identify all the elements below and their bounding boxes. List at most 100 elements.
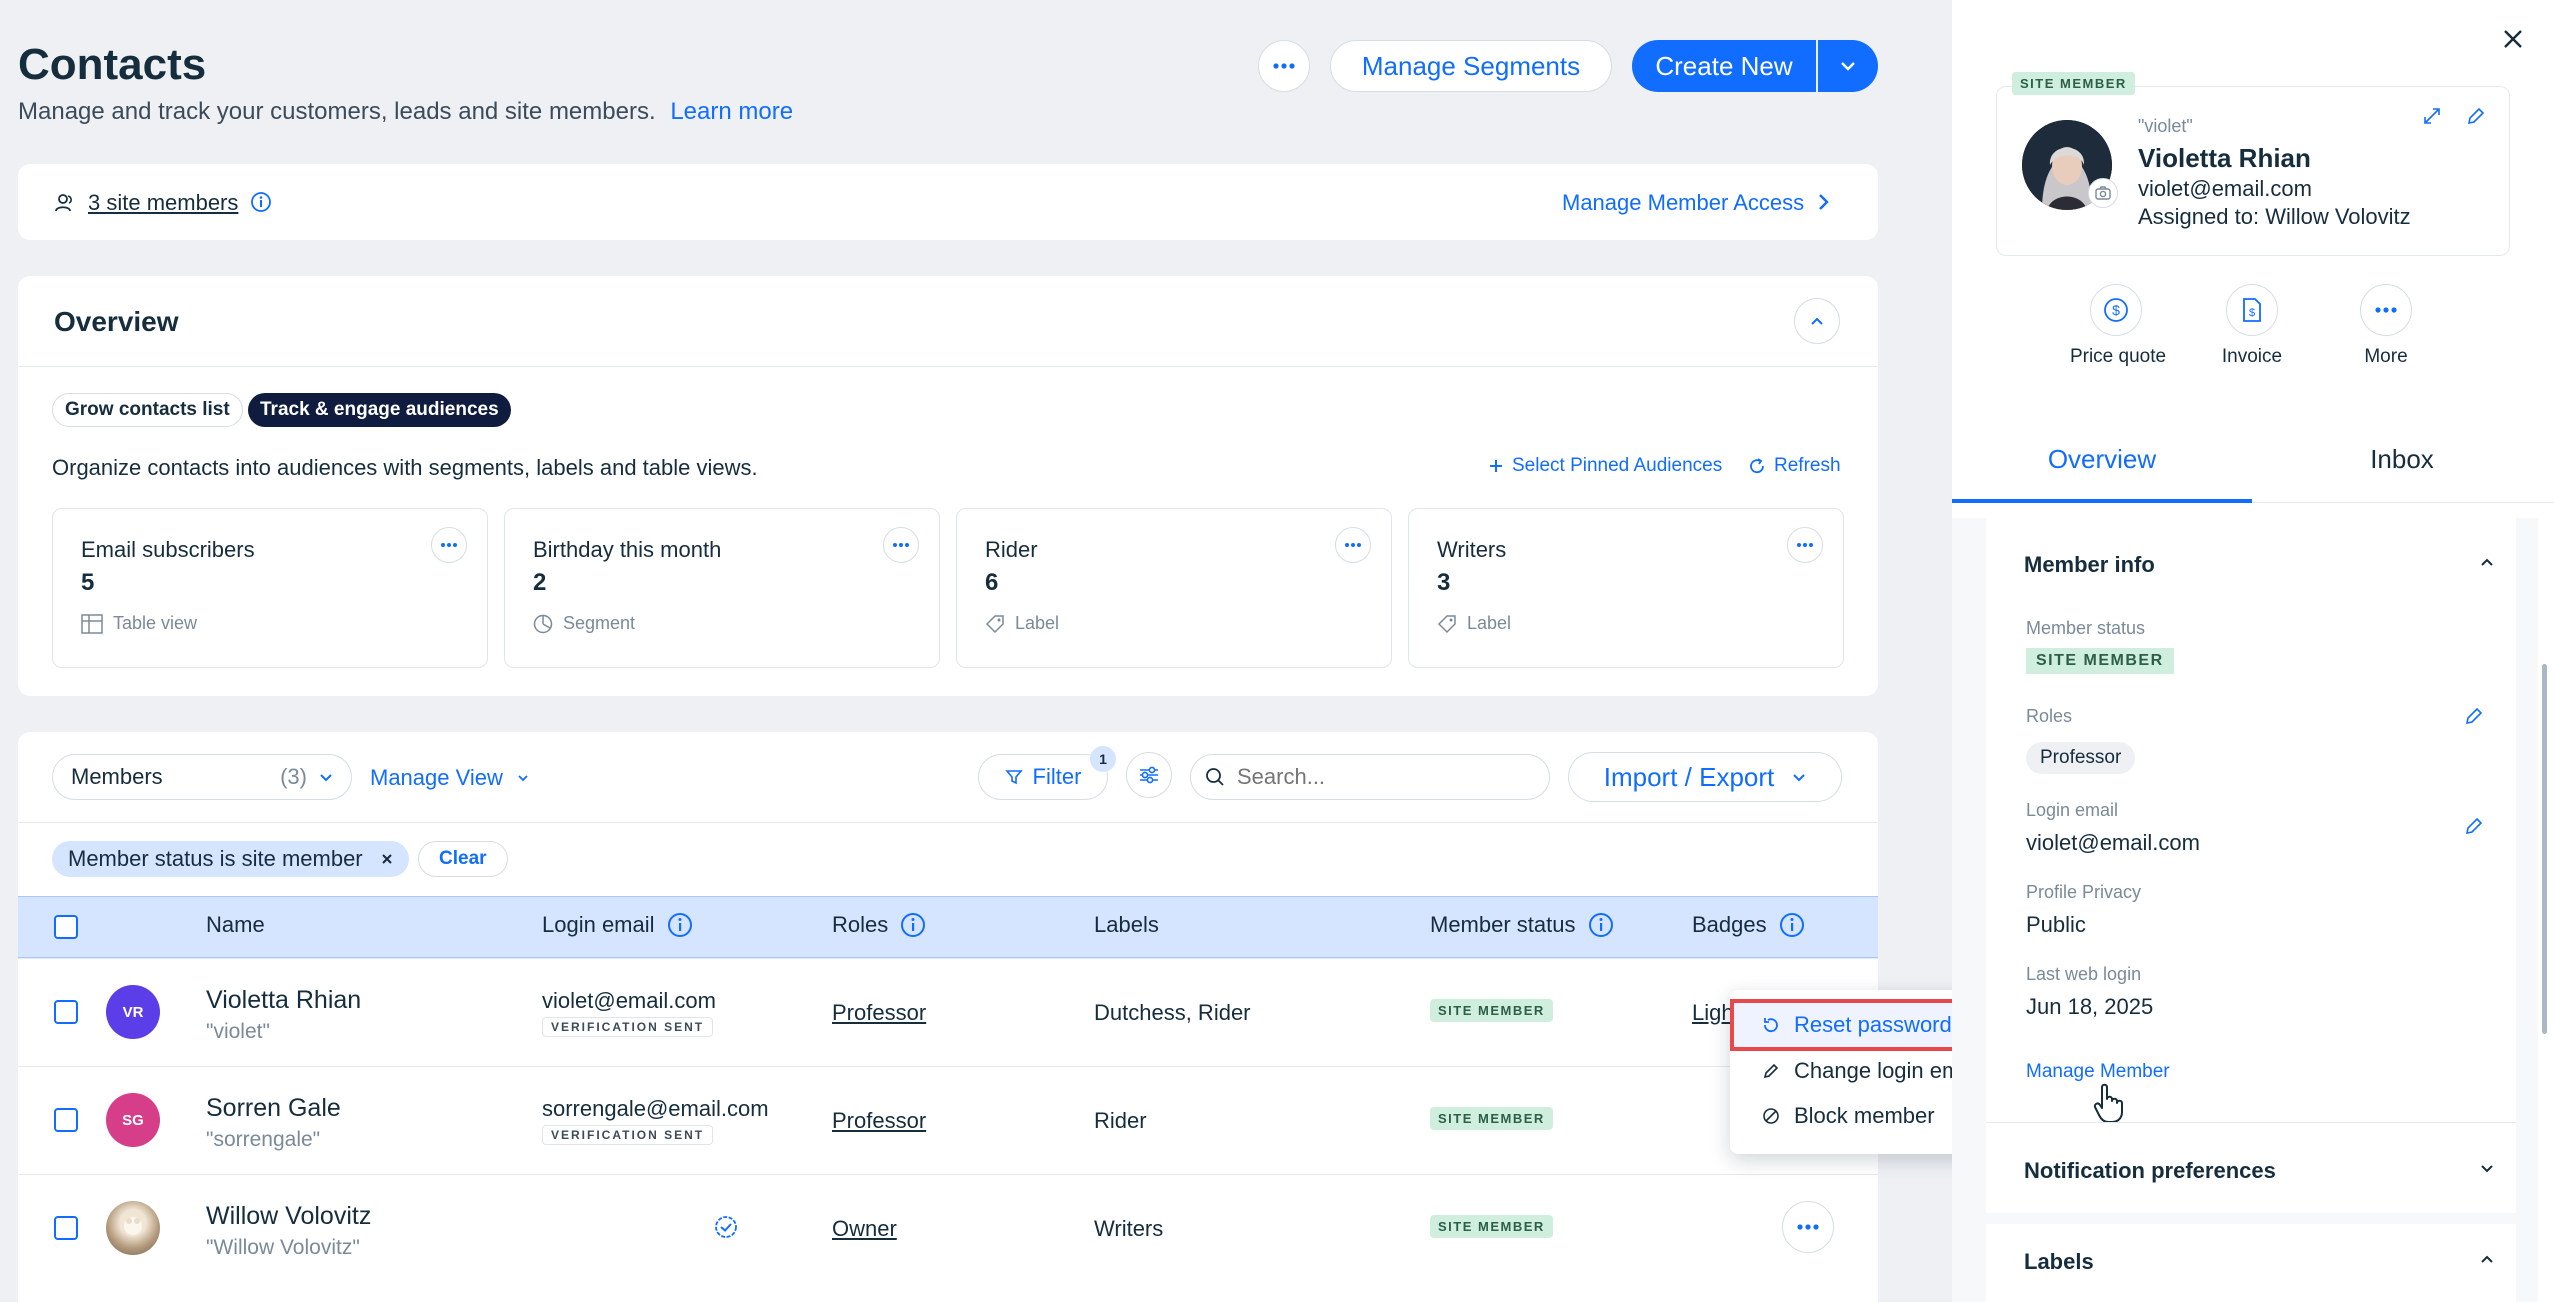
audience-more-button[interactable] [1787, 527, 1823, 563]
search-field[interactable] [1190, 754, 1550, 800]
info-icon[interactable] [1779, 912, 1805, 938]
manage-view-label: Manage View [370, 765, 503, 790]
tab-inbox[interactable]: Inbox [2252, 444, 2552, 475]
column-header-login-email[interactable]: Login email [542, 912, 693, 938]
subtitle-text: Manage and track your customers, leads a… [18, 98, 656, 125]
customize-columns-button[interactable] [1126, 752, 1172, 798]
row-checkbox[interactable] [54, 1108, 78, 1132]
avatar: SG [106, 1093, 160, 1147]
panel-more-button[interactable] [2360, 284, 2412, 336]
column-header-name[interactable]: Name [206, 912, 265, 938]
create-new-dropdown-button[interactable] [1818, 40, 1878, 92]
audience-kind-label: Table view [113, 613, 198, 633]
audience-count: 3 [1437, 569, 1451, 596]
row-name: Violetta Rhian [206, 986, 362, 1014]
edit-roles-icon[interactable] [2464, 706, 2484, 726]
more-horizontal-icon [1797, 1224, 1819, 1230]
manage-view-button[interactable]: Manage View [370, 765, 529, 791]
select-pinned-audiences-button[interactable]: Select Pinned Audiences [1488, 455, 1722, 477]
row-name: Willow Volovitz [206, 1202, 372, 1230]
row-badge-link[interactable]: Ligh [1692, 1000, 1734, 1026]
clear-filters-button[interactable]: Clear [418, 841, 508, 877]
column-label: Name [206, 912, 265, 937]
avatar [106, 1201, 160, 1255]
row-role-link[interactable]: Owner [832, 1216, 897, 1242]
column-header-badges[interactable]: Badges [1692, 912, 1805, 938]
avatar-camera-button[interactable] [2088, 178, 2118, 208]
label-tag-icon [985, 614, 1004, 633]
create-new-label: Create New [1655, 50, 1793, 81]
tab-grow-contacts[interactable]: Grow contacts list [52, 393, 243, 427]
audience-card[interactable]: Writers 3 Label [1408, 508, 1844, 668]
row-nickname: "sorrengale" [206, 1128, 321, 1151]
close-icon[interactable] [2502, 28, 2524, 50]
manage-segments-button[interactable]: Manage Segments [1330, 40, 1612, 92]
audience-card[interactable]: Birthday this month 2 Segment [504, 508, 940, 668]
search-input[interactable] [1237, 764, 1517, 790]
close-icon[interactable] [381, 853, 393, 865]
view-select[interactable]: Members (3) [52, 754, 352, 800]
tab-track-engage[interactable]: Track & engage audiences [248, 393, 511, 427]
row-more-button[interactable] [1782, 1201, 1834, 1253]
members-icon [55, 194, 72, 212]
tab-overview[interactable]: Overview [1952, 444, 2252, 475]
camera-icon [2095, 186, 2111, 200]
edit-login-email-icon[interactable] [2464, 816, 2484, 836]
refresh-button[interactable]: Refresh [1748, 455, 1841, 477]
filter-button[interactable]: Filter [978, 754, 1108, 800]
overview-collapse-button[interactable] [1794, 298, 1840, 344]
column-label: Member status [1430, 912, 1576, 937]
row-checkbox[interactable] [54, 1000, 78, 1024]
learn-more-link[interactable]: Learn more [670, 98, 793, 125]
more-horizontal-icon [893, 543, 909, 547]
row-checkbox[interactable] [54, 1216, 78, 1240]
login-email-value: violet@email.com [2026, 830, 2200, 855]
chevron-up-icon[interactable] [2480, 558, 2494, 567]
audience-kind: Segment [533, 613, 635, 634]
toolbar-divider [18, 822, 1878, 823]
menu-item-change-login-email[interactable]: Change login email [1762, 1058, 1982, 1084]
column-header-member-status[interactable]: Member status [1430, 912, 1614, 938]
chevron-right-icon [1819, 194, 1829, 210]
panel-scrollbar[interactable] [2542, 664, 2547, 1034]
audience-more-button[interactable] [1335, 527, 1371, 563]
audience-count: 6 [985, 569, 999, 596]
menu-item-block-member[interactable]: Block member [1762, 1103, 1935, 1129]
price-quote-button[interactable]: $ [2090, 284, 2142, 336]
site-members-count-link[interactable]: 3 site members [88, 190, 238, 216]
row-email: violet@email.com [542, 988, 716, 1013]
table-icon [81, 613, 103, 634]
invoice-button[interactable]: $ [2226, 284, 2278, 336]
edit-icon[interactable] [2466, 106, 2486, 126]
page-subtitle: Manage and track your customers, leads a… [18, 98, 793, 126]
manage-member-link[interactable]: Manage Member [2026, 1061, 2170, 1083]
more-horizontal-icon [1273, 63, 1295, 69]
info-icon[interactable] [1588, 912, 1614, 938]
contact-assigned: Assigned to: Willow Volovitz [2138, 204, 2411, 229]
row-role-link[interactable]: Professor [832, 1108, 926, 1134]
audience-card[interactable]: Rider 6 Label [956, 508, 1392, 668]
audience-card[interactable]: Email subscribers 5 Table view [52, 508, 488, 668]
info-icon[interactable] [667, 912, 693, 938]
row-role-link[interactable]: Professor [832, 1000, 926, 1026]
create-new-button[interactable]: Create New [1632, 40, 1816, 92]
expand-icon[interactable] [2422, 106, 2442, 126]
audience-more-button[interactable] [431, 527, 467, 563]
chevron-down-icon[interactable] [2480, 1164, 2494, 1173]
more-actions-button[interactable] [1258, 40, 1310, 92]
manage-member-access-link[interactable]: Manage Member Access [1562, 190, 1804, 216]
info-icon[interactable] [250, 191, 272, 213]
audience-more-button[interactable] [883, 527, 919, 563]
column-header-roles[interactable]: Roles [832, 912, 926, 938]
active-filter-chip[interactable]: Member status is site member [52, 841, 409, 877]
status-badge: SITE MEMBER [1430, 1215, 1553, 1238]
chevron-down-icon [320, 773, 332, 781]
import-export-button[interactable]: Import / Export [1568, 752, 1842, 802]
column-header-labels[interactable]: Labels [1094, 912, 1159, 938]
select-all-checkbox[interactable] [54, 915, 78, 939]
column-label: Labels [1094, 912, 1159, 937]
member-status-badge: SITE MEMBER [2026, 648, 2174, 674]
menu-item-reset-password[interactable]: Reset password [1762, 1012, 1952, 1038]
info-icon[interactable] [900, 912, 926, 938]
chevron-up-icon[interactable] [2480, 1255, 2494, 1264]
